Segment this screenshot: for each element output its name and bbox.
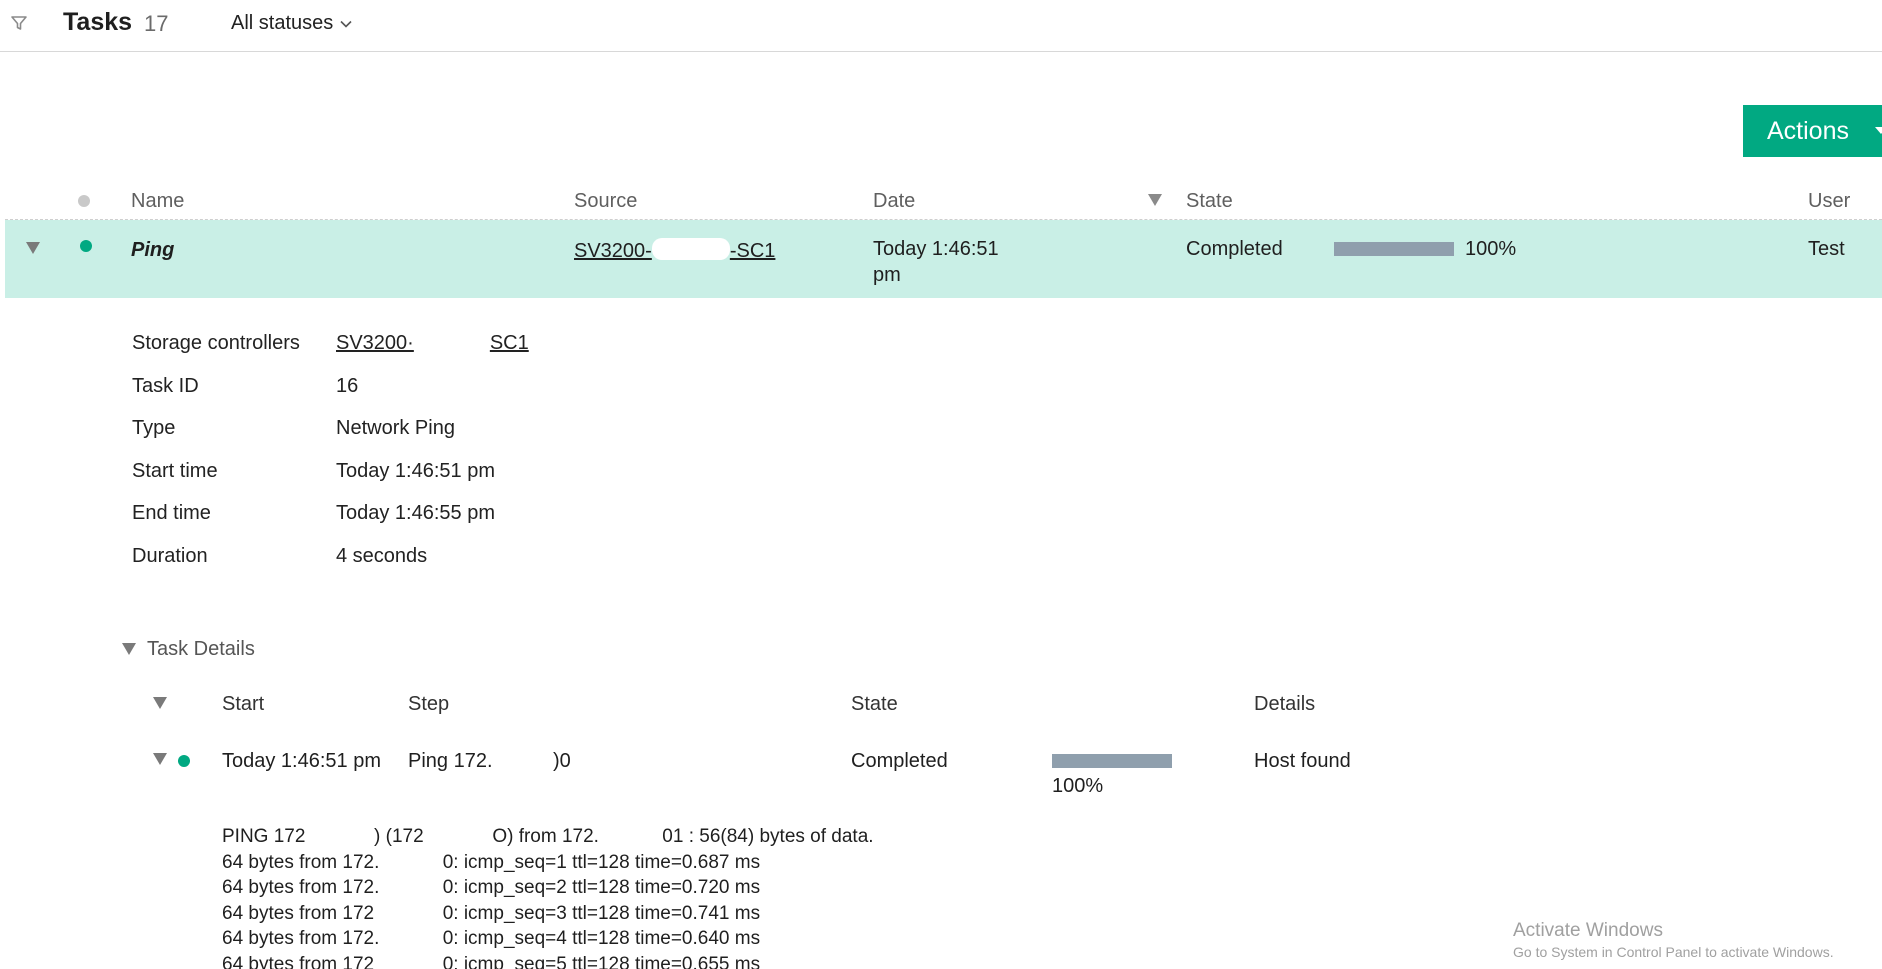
end-time-label: End time xyxy=(132,502,211,524)
task-id-label: Task ID xyxy=(132,375,199,397)
status-filter-label: All statuses xyxy=(231,12,334,34)
type-value: Network Ping xyxy=(336,417,455,439)
step-progress-label: 100% xyxy=(1052,775,1104,797)
column-header-state[interactable]: State xyxy=(1186,190,1233,213)
task-progress-label: 100% xyxy=(1465,238,1517,260)
sort-steps-icon[interactable] xyxy=(153,697,167,709)
log-line: 64 bytes from 172. 0: icmp_seq=2 ttl=128… xyxy=(222,877,761,899)
task-progress-fill xyxy=(1334,242,1454,256)
sub-header-start[interactable]: Start xyxy=(222,693,264,716)
log-line: 64 bytes from 172. 0: icmp_seq=4 ttl=128… xyxy=(222,928,761,950)
type-label: Type xyxy=(132,417,176,439)
log-line: PING 172 ) (172 O) from 172. 01 : 56(84)… xyxy=(222,826,874,847)
step-state: Completed xyxy=(851,750,948,772)
page-title: Tasks xyxy=(63,8,133,36)
actions-button[interactable]: Actions xyxy=(1743,105,1882,157)
log-line: 64 bytes from 172 0: icmp_seq=3 ttl=128 … xyxy=(222,902,761,924)
storage-controllers-label: Storage controllers xyxy=(132,332,300,354)
column-header-user[interactable]: User xyxy=(1808,190,1850,213)
task-date-line2: pm xyxy=(873,264,901,286)
end-time-value: Today 1:46:55 pm xyxy=(336,502,495,524)
storage-controllers-prefix: SV3200· xyxy=(336,332,414,354)
task-user: Test xyxy=(1808,238,1845,260)
task-name[interactable]: Ping xyxy=(131,239,174,262)
step-status-ok-icon xyxy=(178,755,190,767)
source-link-suffix: -SC1 xyxy=(729,240,776,262)
actions-label: Actions xyxy=(1767,116,1849,145)
step-name: Ping 172. xyxy=(408,750,493,772)
log-line: 64 bytes from 172 0: icmp_seq=5 ttl=128 … xyxy=(222,953,761,969)
filter-icon[interactable] xyxy=(10,14,28,32)
task-progress-bar xyxy=(1334,242,1454,256)
tasks-page: Tasks 17 All statuses Actions Name Sourc… xyxy=(0,0,1882,969)
activation-watermark: Activate Windows Go to System in Control… xyxy=(1513,920,1834,960)
task-id-value: 16 xyxy=(336,375,359,397)
column-header-name[interactable]: Name xyxy=(131,190,184,213)
duration-label: Duration xyxy=(132,545,208,567)
step-name-suffix: )0 xyxy=(553,750,571,772)
status-column-icon xyxy=(78,195,90,207)
task-details-title[interactable]: Task Details xyxy=(147,638,255,661)
column-header-date[interactable]: Date xyxy=(873,190,915,213)
start-time-value: Today 1:46:51 pm xyxy=(336,460,495,482)
redacted-block xyxy=(651,238,730,260)
task-count: 17 xyxy=(144,11,169,36)
status-ok-icon xyxy=(80,240,92,252)
step-start: Today 1:46:51 pm xyxy=(222,750,381,772)
watermark-title: Activate Windows xyxy=(1513,920,1663,941)
sort-descending-icon[interactable] xyxy=(1148,194,1162,206)
start-time-label: Start time xyxy=(132,460,218,482)
duration-value: 4 seconds xyxy=(336,545,428,567)
column-header-source[interactable]: Source xyxy=(574,190,637,213)
collapse-task-details-icon[interactable] xyxy=(122,643,136,655)
task-date-line1: Today 1:46:51 xyxy=(873,238,999,260)
ping-output-log: PING 172 ) (172 O) from 172. 01 : 56(84)… xyxy=(222,824,874,969)
top-bar: Tasks 17 All statuses xyxy=(0,0,1882,52)
sub-header-details[interactable]: Details xyxy=(1254,693,1315,716)
step-progress-bar xyxy=(1052,754,1172,768)
status-filter-dropdown[interactable]: All statuses xyxy=(231,12,353,35)
collapse-row-icon[interactable] xyxy=(26,242,40,254)
watermark-subtitle: Go to System in Control Panel to activat… xyxy=(1513,944,1834,960)
collapse-step-icon[interactable] xyxy=(153,753,167,765)
caret-down-icon xyxy=(1875,127,1882,134)
source-link[interactable]: SV3200- -SC1 xyxy=(574,238,775,263)
storage-controllers-suffix: SC1 xyxy=(489,332,529,354)
step-progress-fill xyxy=(1052,754,1172,768)
sub-header-state[interactable]: State xyxy=(851,693,898,716)
storage-controllers-link[interactable]: SV3200· SC1 xyxy=(336,332,529,355)
table-row-selected[interactable]: Ping SV3200- -SC1 Today 1:46:51 pm Comple… xyxy=(5,220,1882,298)
sub-header-step[interactable]: Step xyxy=(408,693,449,716)
task-state: Completed xyxy=(1186,238,1283,260)
log-line: 64 bytes from 172. 0: icmp_seq=1 ttl=128… xyxy=(222,851,761,873)
chevron-down-icon xyxy=(340,20,352,28)
source-link-prefix: SV3200- xyxy=(574,240,652,262)
step-details: Host found xyxy=(1254,750,1351,772)
